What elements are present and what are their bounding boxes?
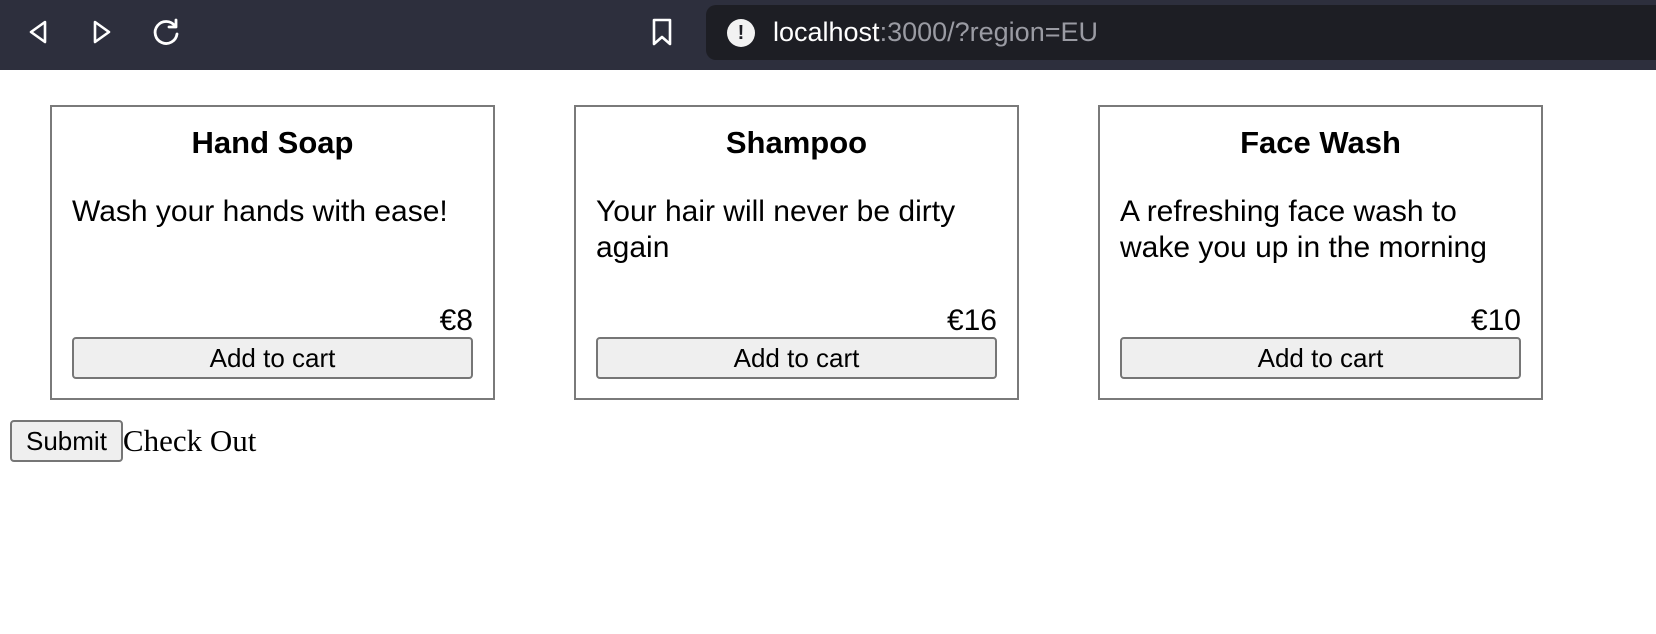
product-description: Your hair will never be dirty again — [596, 195, 956, 264]
back-arrow-icon — [29, 20, 47, 44]
product-list: Hand Soap Wash your hands with ease! €8 … — [0, 105, 1656, 400]
product-price: €8 — [439, 304, 473, 337]
bookmark-icon — [652, 18, 672, 46]
add-to-cart-button[interactable]: Add to cart — [1120, 337, 1521, 379]
product-card: Hand Soap Wash your hands with ease! €8 … — [50, 105, 495, 400]
product-card: Face Wash A refreshing face wash to wake… — [1098, 105, 1543, 400]
submit-button[interactable]: Submit — [10, 420, 123, 462]
address-bar[interactable]: ! localhost:3000/?region=EU — [706, 5, 1656, 60]
bookmark-button[interactable] — [645, 15, 679, 49]
forward-button[interactable] — [85, 15, 119, 49]
url-text: localhost:3000/?region=EU — [773, 17, 1098, 48]
checkout-label: Check Out — [122, 423, 257, 458]
product-price: €16 — [946, 304, 997, 337]
reload-button[interactable] — [149, 15, 183, 49]
add-to-cart-button[interactable]: Add to cart — [596, 337, 997, 379]
product-title: Hand Soap — [191, 125, 354, 160]
product-title: Face Wash — [1240, 125, 1401, 160]
url-host: localhost — [773, 17, 880, 47]
reload-icon — [153, 18, 179, 45]
product-description: A refreshing face wash to wake you up in… — [1120, 195, 1487, 264]
browser-toolbar: ! localhost:3000/?region=EU — [0, 0, 1656, 70]
info-icon[interactable]: ! — [727, 18, 755, 47]
add-to-cart-button[interactable]: Add to cart — [72, 337, 473, 379]
product-card: Shampoo Your hair will never be dirty ag… — [574, 105, 1019, 400]
url-path: :3000/?region=EU — [879, 17, 1098, 47]
product-title: Shampoo — [725, 125, 868, 160]
checkout-form: Submit Check Out — [10, 420, 256, 462]
product-description: Wash your hands with ease! — [72, 195, 448, 228]
product-price: €10 — [1470, 304, 1521, 337]
back-button[interactable] — [21, 15, 55, 49]
forward-arrow-icon — [93, 20, 111, 44]
